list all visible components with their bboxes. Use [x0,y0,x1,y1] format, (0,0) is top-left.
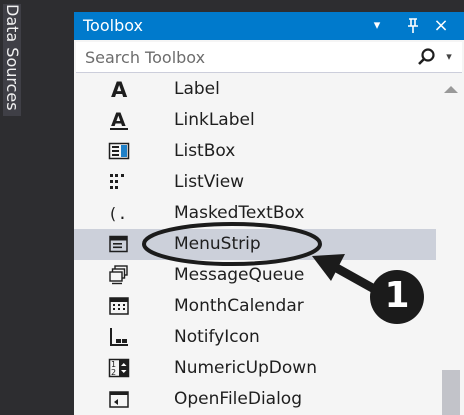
close-icon[interactable]: × [430,14,452,38]
masked-textbox-icon: (.)- [108,202,147,224]
toolbox-search-bar: ▾ [76,42,462,73]
toolbox-item-text: Label [174,79,220,99]
toolbox-item-numericupdown[interactable]: 12 NumericUpDown [74,353,436,384]
toolbox-item-text: ListBox [174,141,236,161]
scrollbar-thumb[interactable] [442,370,460,415]
svg-text:(.)-: (.)- [108,204,130,223]
toolbox-item-text: ListView [174,172,245,192]
toolbox-item-text: NumericUpDown [174,358,317,378]
toolbox-item-listview[interactable]: ListView [74,167,436,198]
toolbox-panel: Toolbox ▾ × ▾ A Label A [74,12,464,415]
toolbox-item-menustrip[interactable]: MenuStrip [74,229,436,260]
toolbox-titlebar: Toolbox ▾ × [74,12,464,40]
window-position-dropdown-icon[interactable]: ▾ [366,14,388,38]
pin-icon[interactable] [402,14,424,38]
toolbox-item-text: LinkLabel [174,110,255,130]
message-queue-icon [108,264,130,286]
data-sources-tab-label: Data Sources [3,4,22,111]
search-options-dropdown-icon[interactable]: ▾ [442,48,456,66]
svg-text:2: 2 [111,368,116,377]
notify-icon [108,326,130,348]
annotation-number: 1 [384,275,410,316]
toolbox-item-text: MenuStrip [174,234,261,254]
month-calendar-icon [108,295,130,317]
toolbox-item-openfiledialog[interactable]: OpenFileDialog [74,384,436,415]
vertical-scrollbar[interactable] [438,74,464,415]
svg-text:A: A [111,109,126,131]
menustrip-icon [108,233,130,255]
designer-gutter [24,0,74,415]
toolbox-item-text: MaskedTextBox [174,203,305,223]
side-tool-strip: Data Sources [0,0,24,415]
toolbox-item-text: MessageQueue [174,265,305,285]
svg-text:A: A [111,78,128,100]
listbox-icon [108,140,130,162]
numeric-updown-icon: 12 [108,357,130,379]
listview-icon [108,171,130,193]
data-sources-tab[interactable]: Data Sources [3,4,22,116]
toolbox-item-text: MonthCalendar [174,296,304,316]
open-file-dialog-icon [108,388,130,410]
label-icon: A [108,78,130,102]
scroll-up-arrow-icon[interactable] [444,86,458,93]
toolbox-item-label[interactable]: A Label [74,74,436,105]
toolbox-item-notifyicon[interactable]: NotifyIcon [74,322,436,353]
toolbox-item-linklabel[interactable]: A LinkLabel [74,105,436,136]
toolbox-item-maskedtextbox[interactable]: (.)- MaskedTextBox [74,198,436,229]
toolbox-search-input[interactable] [76,42,405,72]
toolbox-item-text: NotifyIcon [174,327,260,347]
search-icon[interactable] [416,47,438,67]
toolbox-item-list: A Label A LinkLabel ListBox ListView (.)… [74,74,436,415]
link-label-icon: A [108,109,130,131]
toolbox-title: Toolbox [83,16,143,35]
toolbox-item-listbox[interactable]: ListBox [74,136,436,167]
toolbox-item-text: OpenFileDialog [174,389,302,409]
